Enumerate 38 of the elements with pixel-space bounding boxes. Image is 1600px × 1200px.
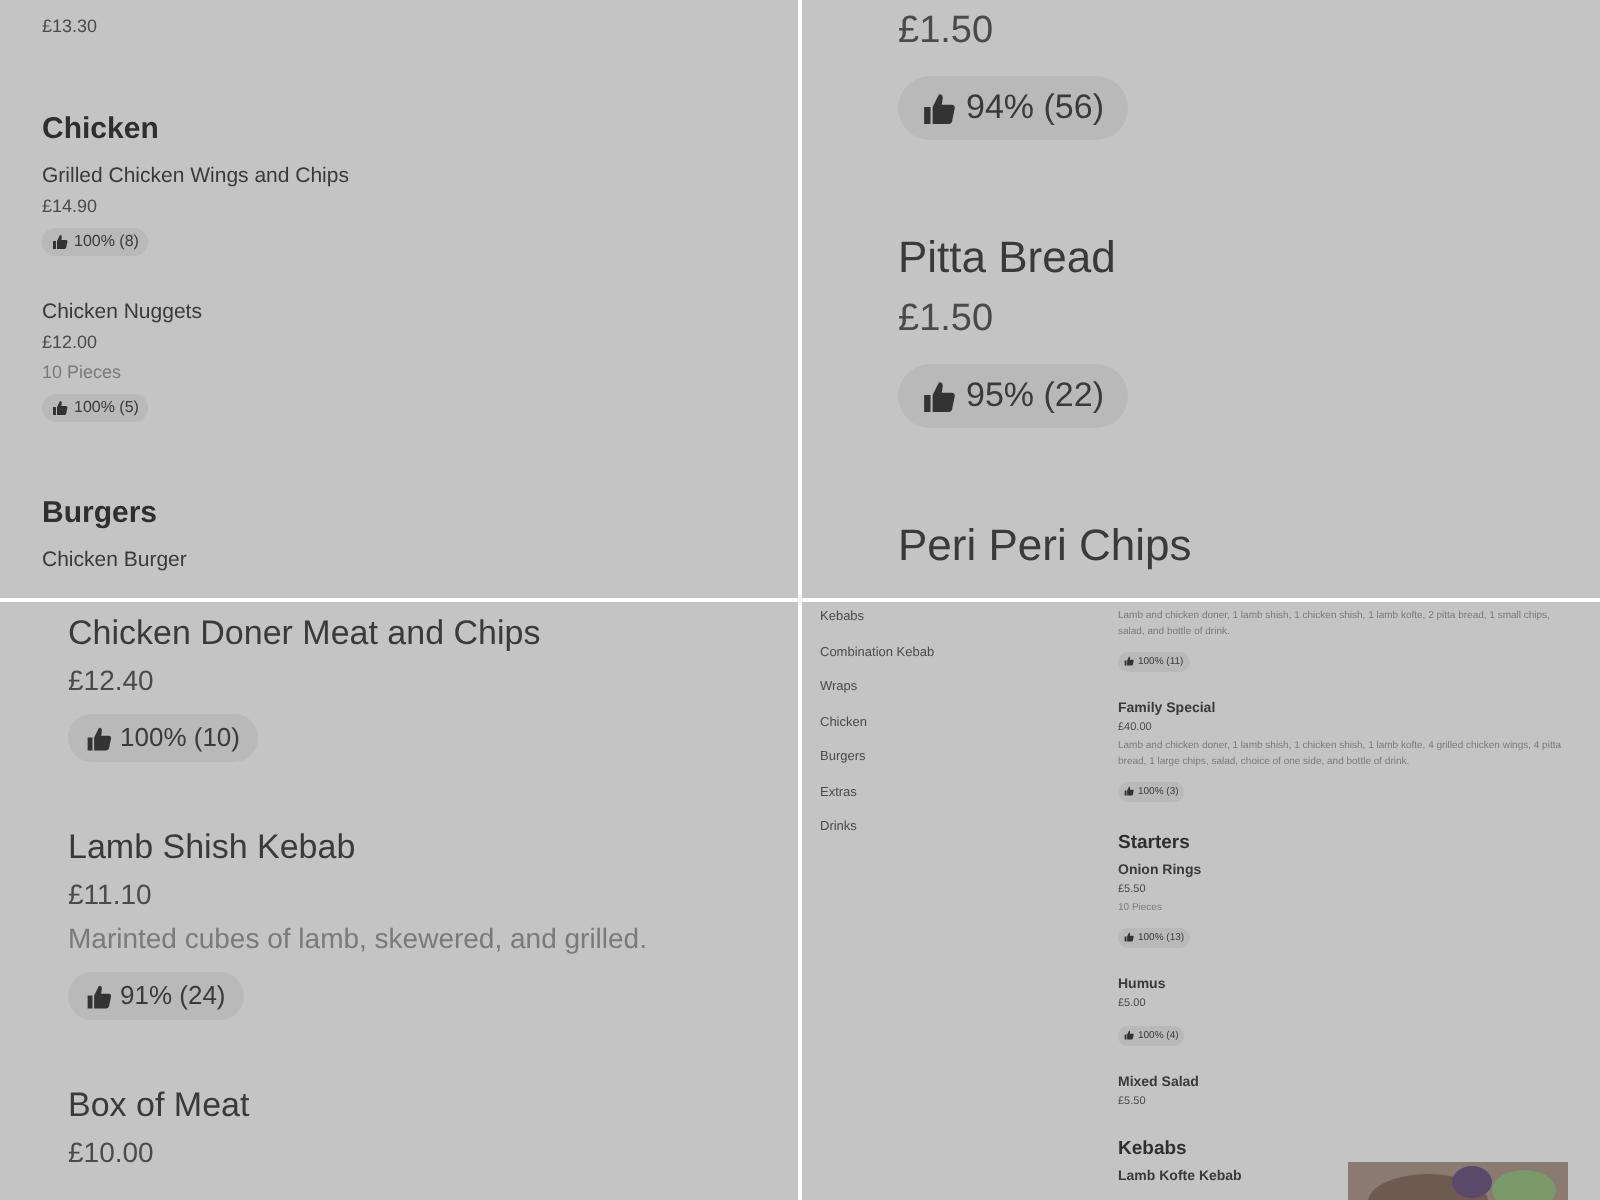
dish-price: £10.00 <box>68 1134 156 1172</box>
dish-name: Chicken Doner Meat and Chips <box>68 612 541 656</box>
thumbs-up-icon <box>86 983 112 1009</box>
dish-description: 10 Pieces <box>42 360 124 386</box>
rating-badge: 100% (5) <box>42 394 149 422</box>
dish-description: Marinted cubes of lamb, skewered, and grilled. <box>68 920 647 958</box>
thumbs-up-icon <box>1124 932 1134 942</box>
dish-price: £1.50 <box>898 296 996 344</box>
dish-name: Pitta Bread <box>898 230 1118 286</box>
dish-name: Grilled Chicken Wings and Chips <box>42 162 349 192</box>
thumbs-up-icon <box>922 379 956 413</box>
dish-price: £14.90 <box>42 194 100 220</box>
dish-name: Box of Meat <box>68 1084 250 1128</box>
dish-name: Chicken Burger <box>42 546 187 576</box>
section-heading: Chicken <box>42 110 161 150</box>
thumbs-up-icon <box>922 91 956 125</box>
rating-badge: 94% (56) <box>898 76 1128 140</box>
thumbs-up-icon <box>52 234 68 250</box>
rating-badge: 91% (24) <box>68 972 244 1020</box>
dish-name: Peri Peri Chips <box>898 518 1192 574</box>
dish-price: £11.10 <box>68 876 154 914</box>
thumbs-up-icon <box>1124 1030 1134 1040</box>
dish-price: £12.40 <box>68 662 156 700</box>
rating-badge: 100% (10) <box>68 714 258 762</box>
dish-price: £1.50 <box>898 8 996 56</box>
dish-price: £12.00 <box>42 330 100 356</box>
dish-price: £13.30 <box>42 14 98 40</box>
thumbs-up-icon <box>1124 786 1134 796</box>
section-heading: Burgers <box>42 494 160 534</box>
thumbs-up-icon <box>52 400 68 416</box>
rating-badge: 95% (22) <box>898 364 1128 428</box>
rating-badge: 100% (8) <box>42 228 149 256</box>
dish-name: Chicken Nuggets <box>42 298 202 328</box>
section-heading: Kebabs <box>1118 1136 1189 1164</box>
thumbs-up-icon <box>86 725 112 751</box>
dish-name: Lamb Shish Kebab <box>68 826 358 870</box>
section-heading: Starters <box>1118 830 1192 858</box>
thumbs-up-icon <box>1124 656 1134 666</box>
